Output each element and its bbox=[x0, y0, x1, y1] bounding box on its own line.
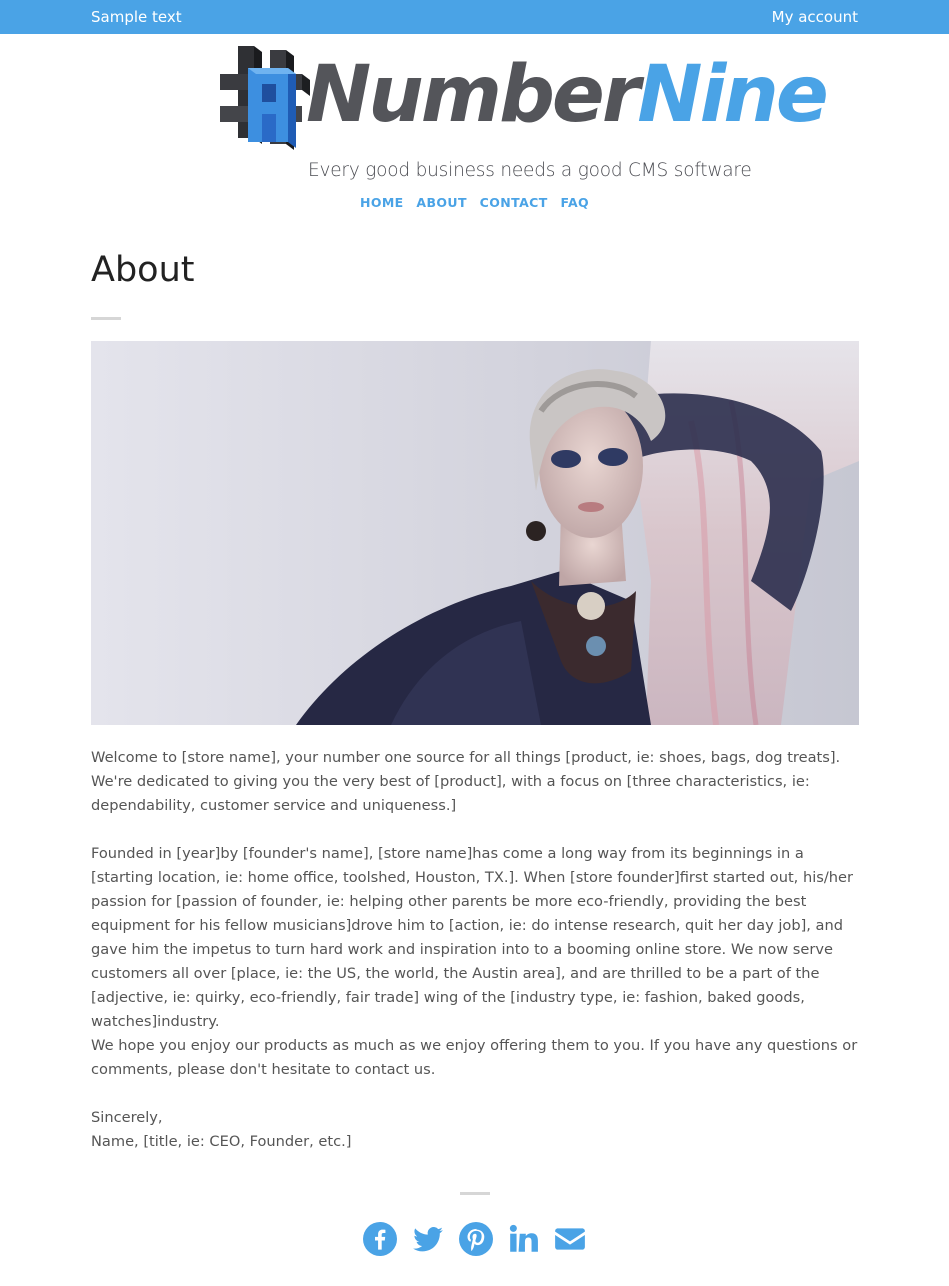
my-account-link[interactable]: My account bbox=[772, 8, 858, 26]
logo-wordmark: NumberNine bbox=[306, 56, 829, 134]
email-icon[interactable] bbox=[553, 1222, 587, 1256]
linkedin-icon[interactable] bbox=[507, 1222, 541, 1256]
nav-item-faq[interactable]: FAQ bbox=[560, 195, 589, 210]
title-divider bbox=[91, 317, 121, 320]
site-logo[interactable]: NumberNine Every good business needs a g… bbox=[218, 44, 829, 186]
facebook-icon[interactable] bbox=[363, 1222, 397, 1256]
nav-item-about[interactable]: ABOUT bbox=[416, 195, 467, 210]
pinterest-icon[interactable] bbox=[459, 1222, 493, 1256]
hash-cube-logo-icon bbox=[220, 46, 310, 150]
footer-divider bbox=[460, 1192, 490, 1195]
nav-item-home[interactable]: HOME bbox=[360, 195, 404, 210]
page-title: About bbox=[91, 250, 195, 290]
about-paragraph-intro: Welcome to [store name], your number one… bbox=[91, 749, 841, 814]
main-nav: HOME ABOUT CONTACT FAQ bbox=[0, 195, 949, 210]
hero-image bbox=[91, 341, 859, 725]
fashion-model-photo bbox=[91, 341, 859, 725]
logo-word-number: Number bbox=[306, 50, 640, 140]
about-paragraph-story: Founded in [year]by [founder's name], [s… bbox=[91, 845, 854, 1030]
social-links bbox=[363, 1222, 587, 1258]
nav-item-contact[interactable]: CONTACT bbox=[480, 195, 548, 210]
about-paragraph-thanks: We hope you enjoy our products as much a… bbox=[91, 1037, 858, 1078]
twitter-icon[interactable] bbox=[411, 1222, 445, 1256]
top-bar-text: Sample text bbox=[91, 8, 182, 26]
logo-word-nine: Nine bbox=[637, 50, 828, 140]
closing-text: Sincerely, bbox=[91, 1109, 163, 1126]
top-bar: Sample text My account bbox=[0, 0, 949, 34]
signature-text: Name, [title, ie: CEO, Founder, etc.] bbox=[91, 1133, 352, 1150]
about-content: Welcome to [store name], your number one… bbox=[91, 746, 861, 1154]
logo-tagline: Every good business needs a good CMS sof… bbox=[308, 160, 752, 181]
